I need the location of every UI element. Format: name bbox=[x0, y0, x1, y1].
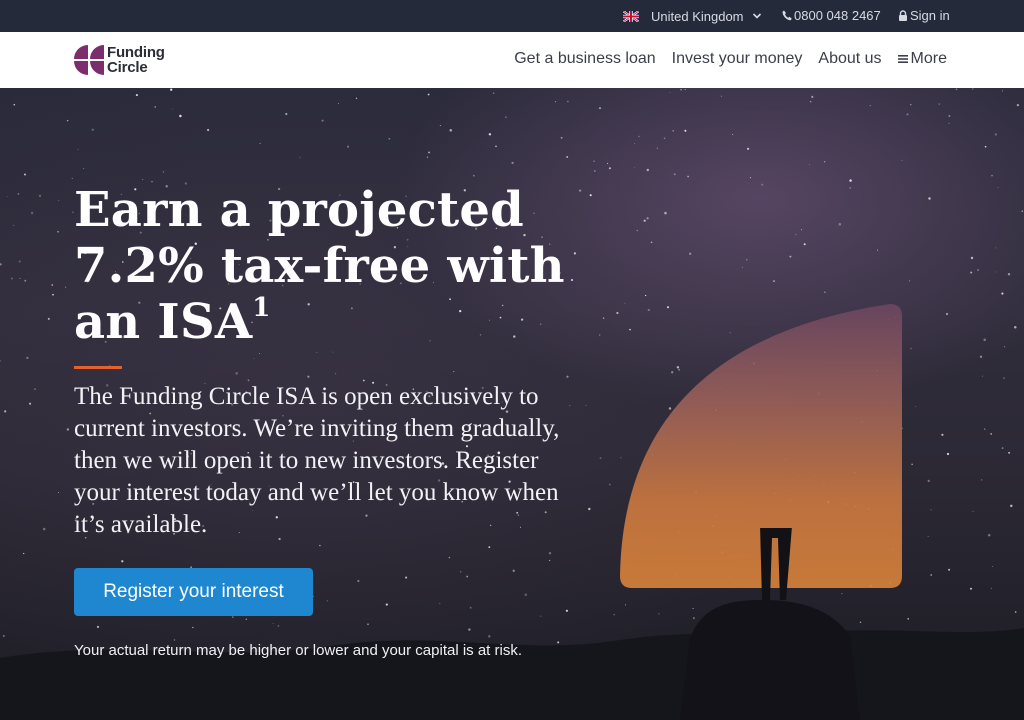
chevron-down-icon bbox=[752, 13, 761, 19]
uk-flag-icon bbox=[623, 10, 639, 22]
nav-links: Get a business loan Invest your money Ab… bbox=[498, 50, 947, 68]
country-selector[interactable]: United Kingdom bbox=[623, 8, 762, 24]
logo-line-1: Funding bbox=[107, 44, 165, 61]
nav-invest[interactable]: Invest your money bbox=[672, 50, 803, 68]
footnote-marker: 1 bbox=[252, 293, 271, 323]
logo-wordmark: Funding Circle bbox=[107, 45, 165, 75]
country-label: United Kingdom bbox=[651, 8, 744, 24]
menu-icon bbox=[897, 55, 908, 63]
hero-banner: Earn a projected 7.2% tax-free with an I… bbox=[0, 88, 1024, 720]
lock-icon bbox=[899, 10, 907, 21]
silhouette-landscape bbox=[0, 528, 1024, 720]
sign-in-label: Sign in bbox=[910, 8, 950, 23]
nav-more[interactable]: More bbox=[897, 50, 947, 68]
funding-circle-logo[interactable]: Funding Circle bbox=[74, 45, 165, 75]
risk-disclaimer: Your actual return may be higher or lowe… bbox=[74, 642, 523, 659]
phone-icon bbox=[782, 10, 792, 21]
nav-about-us[interactable]: About us bbox=[818, 50, 881, 68]
utility-bar: United Kingdom 0800 048 2467 Sign in bbox=[0, 0, 1024, 32]
funding-circle-logo-mark bbox=[74, 45, 104, 75]
hero-headline: Earn a projected 7.2% tax-free with an I… bbox=[74, 182, 594, 350]
accent-divider bbox=[74, 366, 122, 369]
phone-number: 0800 048 2467 bbox=[794, 8, 881, 23]
hero-description: The Funding Circle ISA is open exclusive… bbox=[74, 383, 560, 538]
hero-headline-text: Earn a projected 7.2% tax-free with an I… bbox=[74, 182, 565, 350]
logo-line-2: Circle bbox=[107, 59, 148, 76]
sign-in-link[interactable]: Sign in bbox=[898, 8, 950, 23]
nav-business-loan[interactable]: Get a business loan bbox=[514, 50, 655, 68]
phone-link[interactable]: 0800 048 2467 bbox=[782, 8, 881, 23]
register-interest-button[interactable]: Register your interest bbox=[74, 568, 313, 616]
main-nav: Funding Circle Get a business loan Inves… bbox=[0, 32, 1024, 88]
nav-more-label: More bbox=[910, 50, 947, 67]
